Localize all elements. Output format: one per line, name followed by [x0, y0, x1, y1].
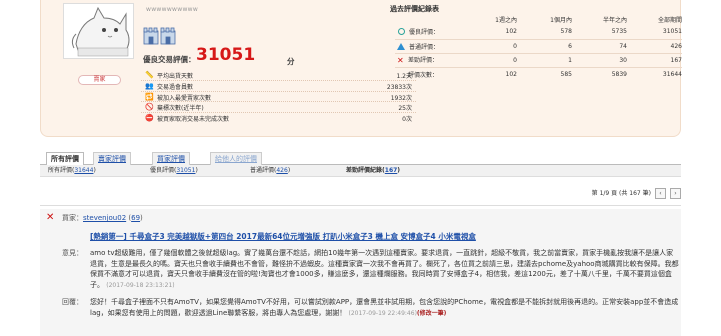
- cell: 6: [517, 39, 572, 54]
- username[interactable]: wwwwwwwwww: [146, 6, 198, 13]
- stat-row: 🔁 被加入最愛賣家次數 1932次: [141, 92, 416, 103]
- summary-good[interactable]: 優良評價(31051): [150, 165, 198, 177]
- summary-bad[interactable]: 差勁評價紀錄(167): [346, 165, 400, 177]
- history-row: 普通評價： 0 6 74 426: [395, 39, 682, 54]
- row-label: 優良評價：: [409, 29, 440, 37]
- column-header: 全部期間: [657, 16, 682, 24]
- castle-icon: [143, 27, 176, 45]
- bad-x-icon: ✕: [397, 56, 404, 65]
- stat-label: 被加入最愛賣家次數: [157, 94, 212, 102]
- buyer-name-link[interactable]: stevenjou02: [83, 214, 126, 222]
- history-table: 1週之內 1個月內 半年之內 全部期間 優良評價： 102 578 5735 3…: [395, 13, 682, 81]
- tab-seller-ratings[interactable]: 賣家評價: [93, 152, 131, 165]
- cell: 578: [517, 25, 572, 40]
- profile-panel: wwwwwwwwww 優良交易評價： 31051 分 賣家 📏 平均出貨天數 1…: [40, 0, 682, 137]
- pagination: 第 1/9 頁 (共 167 筆) ‹ ›: [592, 188, 681, 199]
- seller-level-icons: [143, 25, 191, 45]
- cell: 74: [572, 39, 627, 54]
- neutral-triangle-icon: [397, 42, 405, 50]
- history-row: 評價次數： 102 585 5839 31644: [395, 67, 682, 81]
- cell: 31051: [627, 25, 682, 40]
- pagination-info: 第 1/9 頁 (共 167 筆): [591, 190, 651, 197]
- cat-avatar-image: [64, 4, 133, 58]
- stat-label: 棄標次數(近半年): [157, 105, 204, 113]
- edit-reply-link[interactable]: (修改一筆): [417, 310, 447, 317]
- cell: 5839: [611, 70, 627, 78]
- column-header: 半年之內: [602, 16, 627, 24]
- review-timestamp: (2017-09-18 23:13:21): [106, 281, 175, 289]
- bad-rating-icon: ✕: [46, 212, 55, 223]
- cell: 102: [467, 25, 517, 40]
- cell: 426: [627, 39, 682, 54]
- reply-timestamp: (2017-09-19 22:49:46): [348, 309, 417, 317]
- cancel-icon: 🚫: [145, 103, 154, 112]
- stat-value: 25次: [398, 105, 412, 113]
- column-header: 1週之內: [495, 16, 517, 24]
- repeat-buyer-icon: 🔁: [145, 92, 154, 101]
- cell: 167: [627, 53, 682, 68]
- rating-summary-bar: 所有評價(31644) 優良評價(31051) 普通評價(426) 差勁評價紀錄…: [40, 165, 681, 177]
- row-label: 差勁評價：: [408, 57, 439, 64]
- tab-all-ratings[interactable]: 所有評價: [46, 152, 84, 166]
- rating-history: 過去評價紀錄表 1週之內 1個月內 半年之內 全部期間 優良評價： 102 57…: [385, 0, 682, 100]
- review-opinion: amo tv超級難用，僅了幾個軟體之後就超級lag。實了幾萬台還不趁話，網拍10…: [90, 249, 679, 289]
- ruler-icon: 📏: [145, 71, 154, 79]
- cell: 31644: [662, 70, 682, 78]
- rating-score: 31051: [196, 45, 256, 65]
- buyer-info: 買家：stevenjou02 (69): [62, 214, 143, 222]
- reply-label: 回覆：: [62, 298, 83, 306]
- prev-page-button[interactable]: ‹: [655, 188, 666, 199]
- summary-all[interactable]: 所有評價(31644): [48, 165, 96, 177]
- opinion-label: 意見：: [62, 249, 83, 257]
- rating-unit: 分: [287, 57, 295, 66]
- stat-row: 🚫 棄標次數(近半年) 25次: [141, 102, 416, 114]
- stat-row: 👥 交易過會員數 23833次: [141, 81, 416, 92]
- summary-neutral[interactable]: 普通評價(426): [250, 165, 290, 177]
- good-circle-icon: [398, 28, 405, 36]
- column-header: 1個月內: [550, 16, 572, 24]
- stat-label: 平均出貨天數: [157, 73, 194, 80]
- item-title-link[interactable]: [熱銷第一] 千尋盒子3 完美越獄版+第四台 2017最新64位元增強版 打趴小…: [90, 231, 476, 242]
- stat-row: ⛔ 被買家取消交易未完成次數 0次: [141, 113, 416, 124]
- cell: 102: [505, 70, 517, 78]
- buyer-score-link[interactable]: 69: [131, 214, 140, 222]
- stat-label: 被買家取消交易未完成次數: [157, 116, 230, 124]
- block-icon: ⛔: [145, 114, 154, 123]
- stat-row: 📏 平均出貨天數 1.2天: [141, 70, 416, 81]
- rating-tabs: 所有評價 賣家評價 買家評價 給他人的評價: [40, 152, 681, 166]
- cell: 1: [517, 53, 572, 68]
- tab-buyer-ratings[interactable]: 買家評價: [152, 152, 190, 165]
- people-icon: 👥: [145, 81, 154, 90]
- next-page-button[interactable]: ›: [670, 188, 681, 199]
- seller-stats: 📏 平均出貨天數 1.2天 👥 交易過會員數 23833次 🔁 被加入最愛賣家次…: [141, 70, 416, 124]
- stat-label: 交易過會員數: [157, 83, 194, 91]
- cell: 0: [467, 53, 517, 68]
- rating-label: 優良交易評價：: [143, 55, 196, 64]
- review-entry: ✕ 買家：stevenjou02 (69) [熱銷第一] 千尋盒子3 完美越獄版…: [40, 209, 681, 336]
- seller-reply: 您好！千尋盒子裡面不只有AmoTV，如果您覺得AmoTV不好用，可以嘗試別款AP…: [90, 298, 679, 317]
- cell: 585: [560, 70, 572, 78]
- row-label: 評價次數：: [408, 71, 439, 79]
- history-row: 優良評價： 102 578 5735 31051: [395, 25, 682, 40]
- tab-ratings-given[interactable]: 給他人的評價: [210, 152, 262, 165]
- divider: [40, 205, 681, 206]
- cell: 0: [467, 39, 517, 54]
- cell: 5735: [572, 25, 627, 40]
- row-label: 普通評價：: [409, 43, 440, 51]
- cell: 30: [572, 53, 627, 68]
- avatar: [63, 3, 134, 59]
- seller-badge: 賣家: [78, 75, 121, 85]
- stat-value: 0次: [402, 116, 412, 124]
- history-row: ✕ 差勁評價： 0 1 30 167: [395, 53, 682, 68]
